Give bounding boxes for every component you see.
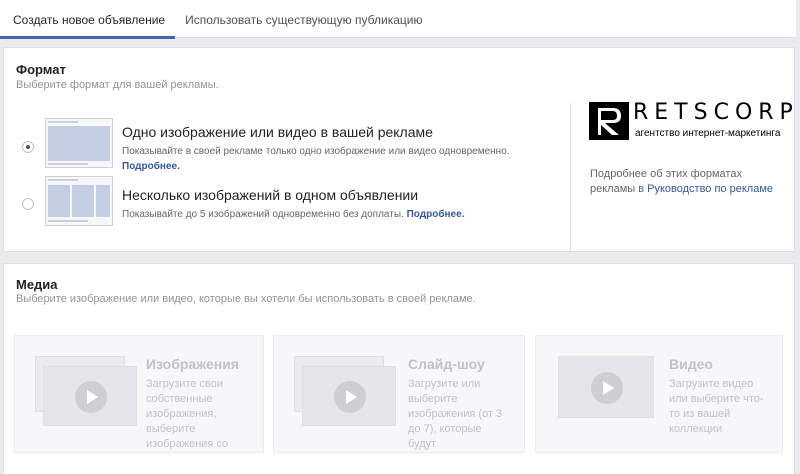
option-single-image-title[interactable]: Одно изображение или видео в вашей рекла…: [122, 124, 433, 140]
ads-guide-link[interactable]: Руководство по рекламе: [647, 183, 773, 195]
option-single-image-desc-text: Показывайте в своей рекламе только одно …: [122, 146, 510, 157]
format-subtitle: Выберите формат для вашей рекламы.: [16, 79, 219, 91]
play-icon: [75, 381, 107, 413]
radio-carousel[interactable]: [22, 198, 34, 210]
radio-single-image[interactable]: [22, 141, 34, 153]
media-card-slideshow-desc: Загрузите или выберите изображения (от 3…: [408, 378, 503, 450]
media-panel: Медиа Выберите изображение или видео, ко…: [3, 263, 795, 474]
image-placeholder-front: [43, 366, 137, 426]
media-card-images-title: Изображения: [146, 356, 239, 372]
single-image-format-icon: [45, 118, 113, 168]
media-card-images[interactable]: Изображения Загрузите свои собственные и…: [14, 335, 264, 453]
retscorp-logo: RETSCORP агентство интернет-маркетинга: [589, 100, 793, 142]
option-carousel-desc: Показывайте до 5 изображений одновременн…: [122, 207, 562, 222]
option-single-image-desc: Показывайте в своей рекламе только одно …: [122, 144, 562, 174]
media-card-video-desc: Загрузите видео или выберите что-то из в…: [669, 378, 764, 435]
slide-placeholder-front: [302, 366, 396, 426]
vertical-divider: [570, 103, 571, 253]
logo-mark-icon: [589, 102, 629, 140]
format-side-note: Подробнее об этих форматах рекламы в Рук…: [590, 167, 780, 197]
learn-more-link[interactable]: Подробнее.: [407, 209, 465, 220]
format-panel: Формат Выберите формат для вашей рекламы…: [3, 47, 795, 253]
learn-more-link[interactable]: Подробнее.: [122, 161, 180, 172]
media-card-slideshow-title: Слайд-шоу: [408, 356, 485, 372]
media-card-video[interactable]: Видео Загрузите видео или выберите что-т…: [535, 335, 783, 453]
media-card-images-desc: Загрузите свои собственные изображения, …: [146, 378, 229, 450]
video-placeholder: [558, 356, 654, 418]
logo-wordmark: RETSCORP: [633, 100, 799, 125]
media-card-slideshow[interactable]: Слайд-шоу Загрузите или выберите изображ…: [273, 335, 525, 453]
option-carousel-title[interactable]: Несколько изображений в одном объявлении: [122, 187, 418, 203]
option-carousel-desc-text: Показывайте до 5 изображений одновременн…: [122, 209, 404, 220]
tab-create-new-ad[interactable]: Создать новое объявление: [0, 0, 176, 39]
tab-bar: Создать новое объявление Использовать су…: [0, 0, 796, 39]
tab-use-existing-post[interactable]: Использовать существующую публикацию: [175, 0, 432, 38]
media-card-video-title: Видео: [669, 356, 713, 372]
media-title: Медиа: [16, 277, 58, 292]
play-icon: [591, 372, 623, 404]
media-subtitle: Выберите изображение или видео, которые …: [16, 293, 476, 305]
carousel-format-icon: [45, 176, 113, 226]
logo-tagline: агентство интернет-маркетинга: [635, 128, 781, 139]
format-title: Формат: [16, 62, 66, 77]
play-icon: [334, 381, 366, 413]
